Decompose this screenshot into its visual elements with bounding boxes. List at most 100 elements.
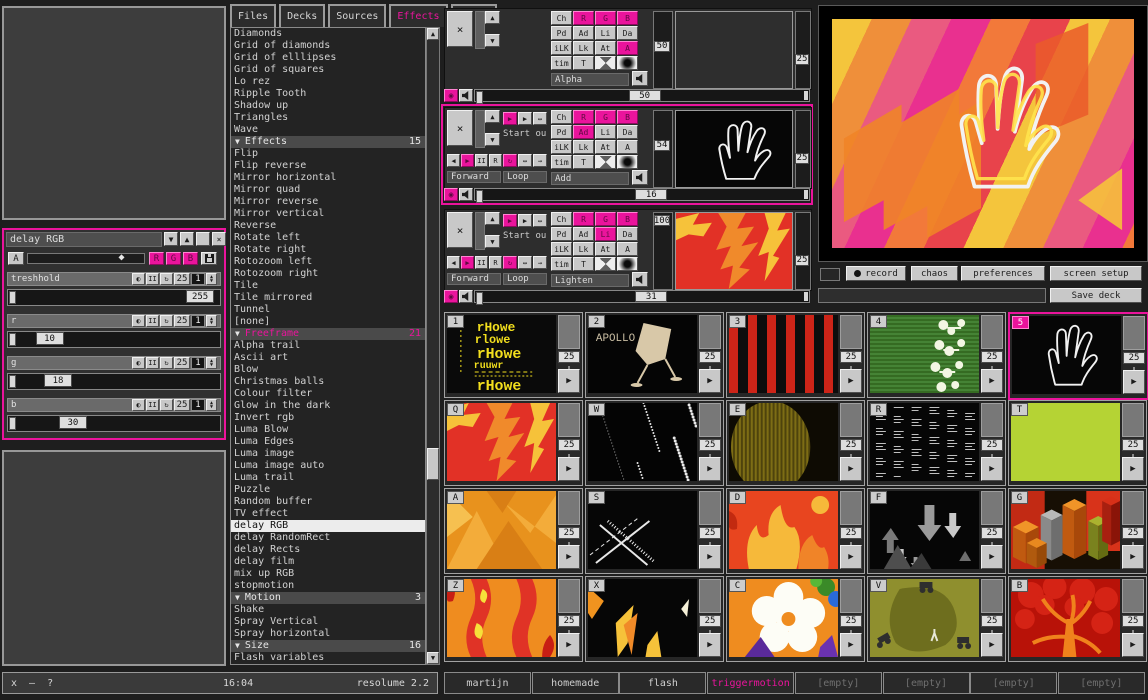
grid-button-Pd[interactable]: Pd [551,26,572,40]
transport-play-button[interactable]: ▶ [461,154,474,167]
param-value-box[interactable]: 255 [186,290,214,303]
clip-cell-1[interactable]: rHowerlowerHoweruuwrrHowe125▶ [444,312,583,398]
slider-handle[interactable] [9,375,16,388]
clip-cell-G[interactable]: G25▶ [1008,488,1147,574]
effect-list-item[interactable]: mix up RGB [231,568,425,580]
effect-list-item[interactable]: Reverse [231,220,425,232]
clip-speed-box[interactable]: 25 [1123,352,1145,364]
layer-speed-slider[interactable]: 25 [795,212,811,290]
transport-prev-button[interactable]: ◀ [447,154,460,167]
record-button[interactable]: record [846,266,906,281]
clip-cell-S[interactable]: S25▶ [585,488,724,574]
effect-list-item[interactable]: delay Rects [231,544,425,556]
layer-scroll-up-button[interactable]: ▲ [485,212,500,225]
grid-button-B[interactable]: B [617,110,638,124]
fader-value-box[interactable]: 100 [654,215,670,226]
clip-scroll-block[interactable] [1122,403,1144,437]
layer-scroll-down-button[interactable]: ▼ [485,133,500,146]
effect-list-item[interactable]: Shake [231,604,425,616]
window-minimize-button[interactable]: – [29,678,35,689]
grid-button-At[interactable]: At [595,41,616,55]
effect-list-item[interactable]: Shadow up [231,100,425,112]
clip-cell-2[interactable]: APOLLO 13225▶ [585,312,724,398]
grid-button-Li[interactable]: Li [595,26,616,40]
layer-scroll-down-button[interactable]: ▼ [485,235,500,248]
effect-list-item[interactable]: Horizontal 5 [231,664,425,665]
param-beats-box[interactable]: 1 [191,315,205,327]
clip-play-button[interactable]: ▶ [558,545,580,569]
clip-speed-box[interactable]: 25 [558,351,580,363]
slider-handle[interactable] [9,417,16,430]
effect-list-item[interactable]: Flip reverse [231,160,425,172]
effect-list-item[interactable]: stopmotion [231,580,425,592]
param-loop-button[interactable]: ↻ [160,315,173,327]
deck-tab-empty-6[interactable]: [empty] [970,672,1057,694]
gradient-wipe-icon[interactable] [595,257,616,271]
speed-value-box[interactable]: 25 [795,153,809,164]
clip-speed-box[interactable]: 25 [981,615,1003,627]
position-value-box[interactable]: 50 [629,90,661,101]
clip-scroll-block[interactable] [981,403,1003,437]
grid-button-T[interactable]: T [573,56,594,70]
slider-handle[interactable] [9,333,16,346]
grid-button-A[interactable]: A [617,41,638,55]
transport-random-button[interactable]: R [489,154,502,167]
grid-button-Da[interactable]: Da [617,26,638,40]
effect-list-item[interactable]: Mirror reverse [231,196,425,208]
param-pause-button[interactable]: II [146,357,159,369]
grid-button-R[interactable]: R [573,11,594,25]
param-loop-button[interactable]: ↻ [160,399,173,411]
effect-list-item[interactable]: Rotozoom left [231,256,425,268]
tab-sources[interactable]: Sources [328,4,386,27]
effect-list-item[interactable]: Mirror vertical [231,208,425,220]
playmode-2-button[interactable]: ↔ [533,214,547,227]
clip-speed-box[interactable]: 25 [840,351,862,363]
radial-wipe-icon[interactable] [617,155,638,169]
effect-section-header[interactable]: ▼Effects15 [231,136,425,148]
effect-list-item[interactable]: delay film [231,556,425,568]
layer-eye-button[interactable]: ◉ [444,188,458,201]
grid-button-Lk[interactable]: Lk [573,140,594,154]
clip-play-button[interactable]: ▶ [1122,545,1144,569]
tab-files[interactable]: Files [230,4,276,27]
clip-scroll-block[interactable] [1122,579,1144,613]
clip-speed-box[interactable]: 25 [1122,439,1144,451]
clip-scroll-block[interactable] [840,491,862,525]
layer-close-button[interactable]: × [447,11,473,47]
transport-play-button[interactable]: ▶ [461,256,474,269]
layer-scroll-up-button[interactable]: ▲ [485,11,500,24]
effect-list-item[interactable]: Glow in the dark [231,400,425,412]
window-close-button[interactable]: x [11,678,17,689]
grid-button-A[interactable]: A [617,140,638,154]
layer-position-slider[interactable]: 16 [474,188,810,201]
blend-mode-label[interactable]: Lighten [551,274,629,287]
clip-play-button[interactable]: ▶ [558,369,580,393]
blend-mode-label[interactable]: Add [551,172,629,185]
grid-button-G[interactable]: G [595,110,616,124]
clip-cell-R[interactable]: R25▶ [867,400,1006,486]
effect-list-item[interactable]: Lo rez [231,76,425,88]
clip-speed-box[interactable]: 25 [1122,527,1144,539]
param-spinner[interactable]: ▲▼ [206,273,217,285]
position-right-handle[interactable] [804,91,808,100]
effect-list-item[interactable]: Mirror quad [231,184,425,196]
grid-button-G[interactable]: G [595,11,616,25]
grid-button-tim[interactable]: tim [551,257,572,271]
layer-handle[interactable] [475,11,485,49]
grid-button-Li[interactable]: Li [595,227,616,241]
effect-list-item[interactable]: Wave [231,124,425,136]
layer-scroll-down-button[interactable]: ▼ [485,34,500,47]
slider-handle[interactable] [9,291,16,304]
grid-button-Lk[interactable]: Lk [573,242,594,256]
clip-cell-F[interactable]: F25▶ [867,488,1006,574]
clip-cell-B[interactable]: B25▶ [1008,576,1147,662]
fader-value-box[interactable]: 50 [654,41,670,52]
layer-close-button[interactable]: × [447,212,473,248]
grid-button-T[interactable]: T [573,155,594,169]
effect-list-item[interactable]: Tile [231,280,425,292]
clip-scroll-block[interactable] [558,315,580,349]
blend-mode-label[interactable]: Alpha [551,73,629,86]
position-left-handle[interactable] [476,91,483,104]
deck-tab-empty-5[interactable]: [empty] [883,672,970,694]
effect-list-item[interactable]: Rotozoom right [231,268,425,280]
